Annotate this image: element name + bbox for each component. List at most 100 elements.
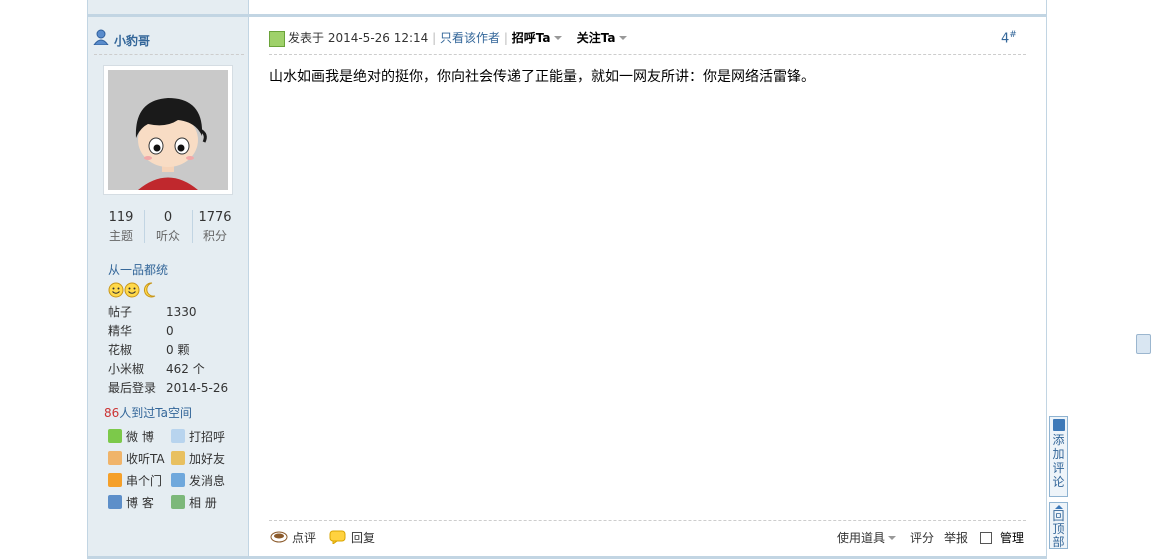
follow-ta-label: 关注Ta: [576, 31, 616, 45]
stat-threads-value: 119: [108, 210, 134, 225]
stat-points-label: 积分: [202, 229, 227, 243]
floor-number-link[interactable]: 4#: [1001, 30, 1017, 46]
add-comment-char: 评: [1052, 461, 1065, 475]
manage-control[interactable]: 管理: [980, 530, 1024, 546]
post-meta: 发表于 2014-5-26 12:14 | 只看该作者 | 招呼Ta 关注Ta: [288, 30, 627, 46]
sidebar-top-divider: [88, 14, 249, 17]
smile-icon: [124, 282, 140, 298]
info-last-login: 最后登录 2014-5-26: [108, 379, 228, 398]
reply-label: 回复: [351, 531, 376, 545]
greet-label: 打招呼: [189, 430, 226, 444]
scrollbar-thumb[interactable]: [1136, 334, 1151, 354]
avatar[interactable]: [103, 65, 233, 195]
greet-link[interactable]: 打招呼: [171, 427, 225, 447]
avatar-illustration: [108, 70, 228, 190]
smile-icon: [108, 282, 124, 298]
add-comment-char: 加: [1052, 447, 1065, 461]
add-comment-char: 添: [1052, 433, 1065, 447]
tools-menu[interactable]: 使用道具: [837, 530, 897, 546]
stat-threads[interactable]: 119 主题: [98, 209, 144, 245]
info-posts-value: 1330: [166, 305, 197, 319]
info-pepper-value: 0 颗: [166, 343, 190, 357]
visit-space-label: 串个门: [126, 474, 163, 488]
album-label: 相 册: [189, 496, 217, 510]
speech-bubble-icon: [329, 530, 346, 545]
follow-link[interactable]: 收听TA: [108, 449, 165, 469]
post-top-divider: [249, 14, 1046, 17]
rate-link[interactable]: 评分: [910, 530, 934, 546]
visit-space-link[interactable]: 串个门: [108, 471, 162, 491]
send-message-link[interactable]: 发消息: [171, 471, 225, 491]
comment-label: 点评: [292, 531, 317, 545]
info-last-login-key: 最后登录: [108, 381, 157, 395]
chevron-down-icon: [553, 36, 562, 40]
blog-link[interactable]: 博 客: [108, 493, 154, 513]
weibo-label: 微 博: [126, 430, 154, 444]
tools-label: 使用道具: [837, 531, 886, 545]
report-link[interactable]: 举报: [944, 530, 968, 546]
space-visits-link[interactable]: 86人到过Ta空间: [104, 404, 192, 421]
comment-button[interactable]: 点评: [270, 530, 316, 546]
post-date: 发表于 2014-5-26 12:14: [288, 31, 429, 45]
sidebar-divider: [94, 54, 244, 55]
floor-sign: #: [1009, 30, 1017, 40]
username-link[interactable]: 小豹哥: [114, 32, 150, 49]
meta-separator: |: [432, 31, 437, 45]
info-posts-key: 帖子: [108, 305, 133, 319]
info-last-login-value: 2014-5-26: [166, 381, 229, 395]
follow-label: 收听TA: [126, 452, 165, 466]
album-icon: [171, 495, 185, 509]
rank-icons: [108, 281, 158, 299]
coffee-cup-icon: [270, 531, 288, 543]
stat-points-value: 1776: [198, 210, 232, 225]
info-digest: 精华 0: [108, 322, 174, 341]
back-to-top-button[interactable]: 回 顶 部: [1049, 502, 1068, 549]
album-link[interactable]: 相 册: [171, 493, 217, 513]
user-title-link[interactable]: 从一品都统: [108, 261, 168, 278]
visit-text: 人到过Ta空间: [119, 406, 192, 420]
chevron-down-icon: [618, 36, 627, 40]
post-content: 山水如画我是绝对的挺你，你向社会传递了正能量，就如一网友所讲：你是网络活雷锋。: [269, 69, 815, 85]
envelope-icon: [171, 473, 185, 487]
stat-listeners-value: 0: [163, 210, 173, 225]
info-millet-pepper: 小米椒 462 个: [108, 360, 205, 379]
blog-icon: [108, 495, 122, 509]
home-icon: [108, 473, 122, 487]
online-user-icon: [93, 29, 109, 46]
visit-count: 86: [104, 406, 120, 420]
frame-right-border: [1046, 0, 1047, 559]
info-digest-key: 精华: [108, 324, 133, 338]
post-footer-divider: [269, 520, 1026, 521]
weibo-link[interactable]: 微 博: [108, 427, 154, 447]
only-author-link[interactable]: 只看该作者: [440, 31, 500, 45]
info-millet-pepper-key: 小米椒: [108, 362, 145, 376]
info-millet-pepper-value: 462 个: [166, 362, 205, 376]
greet-ta-label: 招呼Ta: [511, 31, 551, 45]
post-header-divider: [269, 54, 1026, 55]
add-comment-char: 论: [1052, 475, 1065, 489]
info-digest-value: 0: [166, 324, 174, 338]
handshake-icon: [171, 451, 185, 465]
back-top-char: 部: [1052, 535, 1065, 549]
greet-icon: [171, 429, 185, 443]
stat-points[interactable]: 1776 积分: [192, 209, 238, 245]
send-message-label: 发消息: [189, 474, 226, 488]
follow-icon: [108, 451, 122, 465]
stat-threads-label: 主题: [108, 229, 133, 243]
post-status-icon: [269, 31, 285, 47]
info-posts: 帖子 1330: [108, 303, 197, 322]
add-friend-link[interactable]: 加好友: [171, 449, 225, 469]
manage-label: 管理: [1000, 531, 1025, 545]
manage-checkbox[interactable]: [980, 532, 992, 544]
weibo-icon: [108, 429, 122, 443]
follow-ta-menu[interactable]: 关注Ta: [577, 31, 627, 45]
reply-button[interactable]: 回复: [329, 530, 375, 546]
greet-ta-menu[interactable]: 招呼Ta: [512, 31, 562, 45]
stat-listeners[interactable]: 0 听众: [145, 209, 191, 245]
chevron-down-icon: [888, 536, 897, 540]
blog-label: 博 客: [126, 496, 154, 510]
info-pepper-key: 花椒: [108, 343, 133, 357]
add-friend-label: 加好友: [189, 452, 226, 466]
add-comment-button[interactable]: 添 加 评 论: [1049, 416, 1068, 497]
meta-separator: |: [503, 31, 508, 45]
